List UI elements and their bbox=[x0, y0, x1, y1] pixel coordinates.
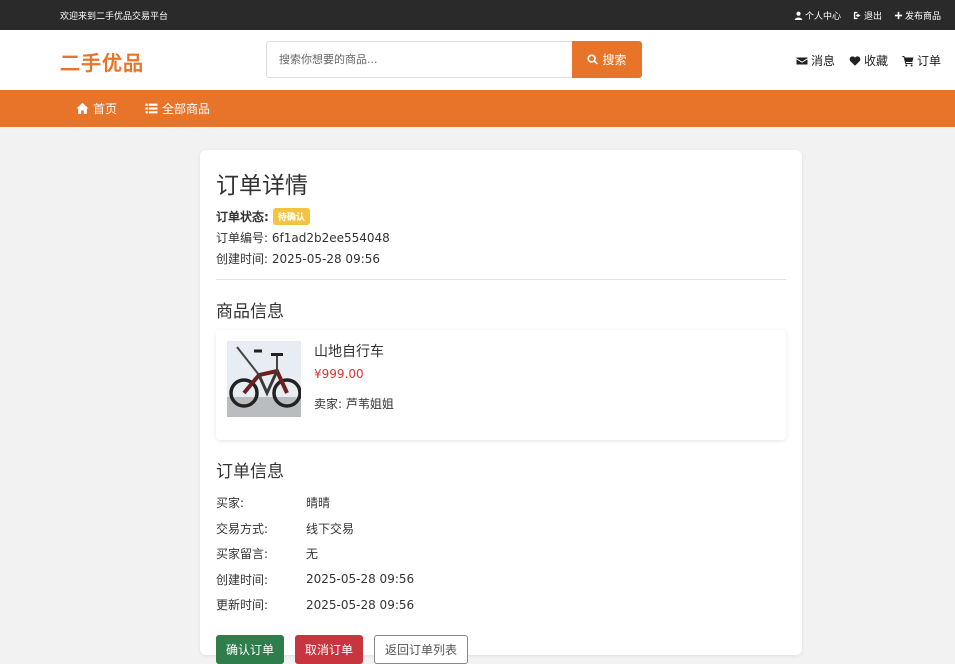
info-value: 2025-05-28 09:56 bbox=[306, 597, 415, 612]
info-key: 更新时间: bbox=[216, 598, 269, 613]
search-bar: 搜索你想要的商品... 搜索 bbox=[266, 41, 642, 78]
user-center-link[interactable]: 个人中心 bbox=[794, 9, 841, 22]
order-detail-card: 订单详情 订单状态: 待确认 订单编号: 6f1ad2b2ee554048 创建… bbox=[200, 150, 802, 664]
info-key: 买家: bbox=[216, 496, 245, 511]
site-logo[interactable]: 二手优品 bbox=[60, 47, 144, 76]
orders-link[interactable]: 订单 bbox=[902, 52, 941, 69]
confirm-order-button[interactable]: 确认订单 bbox=[216, 634, 285, 664]
product-price: ¥999.00 bbox=[314, 367, 364, 381]
search-input[interactable]: 搜索你想要的商品... bbox=[266, 41, 572, 78]
logout-link[interactable]: 退出 bbox=[853, 9, 882, 22]
info-value: 晴晴 bbox=[306, 496, 331, 511]
info-key: 创建时间: bbox=[216, 572, 269, 587]
order-actions: 确认订单 取消订单 返回订单列表 bbox=[216, 634, 786, 664]
welcome-text: 欢迎来到二手优品交易平台 bbox=[60, 11, 169, 22]
info-value: 2025-05-28 09:56 bbox=[306, 572, 415, 587]
seller-name: 芦苇姐姐 bbox=[345, 397, 394, 411]
product-section-title: 商品信息 bbox=[216, 302, 284, 322]
info-row-buyer: 买家: 晴晴 bbox=[216, 490, 786, 516]
envelope-icon bbox=[796, 57, 808, 64]
info-value: 线下交易 bbox=[306, 521, 355, 536]
order-status-label: 订单状态: bbox=[216, 210, 269, 224]
heart-icon bbox=[849, 55, 861, 66]
info-row-updated: 更新时间: 2025-05-28 09:56 bbox=[216, 592, 786, 618]
top-bar: 欢迎来到二手优品交易平台 个人中心 退出 发布商品 bbox=[0, 0, 955, 30]
main-nav: 首页 全部商品 bbox=[0, 90, 955, 127]
cancel-order-button[interactable]: 取消订单 bbox=[295, 634, 364, 664]
top-links: 个人中心 退出 发布商品 bbox=[794, 9, 941, 22]
user-center-label: 个人中心 bbox=[804, 11, 841, 22]
info-key: 交易方式: bbox=[216, 521, 269, 536]
header: 二手优品 搜索你想要的商品... 搜索 消息 收藏 订单 bbox=[0, 30, 955, 90]
nav-home[interactable]: 首页 bbox=[76, 100, 117, 117]
messages-link[interactable]: 消息 bbox=[796, 52, 835, 69]
seller-label: 卖家: bbox=[314, 397, 343, 411]
info-key: 买家留言: bbox=[216, 547, 269, 562]
orders-label: 订单 bbox=[916, 54, 941, 68]
favorites-label: 收藏 bbox=[863, 54, 888, 68]
favorites-link[interactable]: 收藏 bbox=[849, 52, 888, 69]
order-number-label: 订单编号: bbox=[216, 231, 269, 245]
logout-label: 退出 bbox=[863, 11, 882, 22]
list-icon bbox=[145, 103, 158, 114]
product-seller: 卖家: 芦苇姐姐 bbox=[314, 395, 394, 412]
cart-icon bbox=[902, 55, 914, 66]
info-row-buyer-message: 买家留言: 无 bbox=[216, 541, 786, 567]
product-card[interactable]: 山地自行车 ¥999.00 卖家: 芦苇姐姐 bbox=[216, 330, 786, 440]
info-row-trade-method: 交易方式: 线下交易 bbox=[216, 516, 786, 542]
page-title: 订单详情 bbox=[216, 173, 308, 199]
publish-link[interactable]: 发布商品 bbox=[894, 9, 941, 22]
home-icon bbox=[76, 102, 89, 114]
search-button[interactable]: 搜索 bbox=[572, 41, 642, 78]
search-button-label: 搜索 bbox=[602, 53, 627, 67]
order-status-line: 订单状态: 待确认 bbox=[216, 208, 786, 225]
user-icon bbox=[794, 11, 803, 20]
order-number-line: 订单编号: 6f1ad2b2ee554048 bbox=[216, 229, 786, 246]
bicycle-image bbox=[227, 341, 301, 417]
publish-label: 发布商品 bbox=[904, 11, 941, 22]
order-info-list: 买家: 晴晴 交易方式: 线下交易 买家留言: 无 创建时间: 2025-05-… bbox=[216, 490, 786, 618]
logout-icon bbox=[853, 11, 861, 19]
header-nav: 消息 收藏 订单 bbox=[796, 52, 941, 69]
plus-icon bbox=[894, 11, 903, 19]
info-value: 无 bbox=[306, 547, 319, 562]
product-name[interactable]: 山地自行车 bbox=[314, 341, 384, 361]
order-created-line: 创建时间: 2025-05-28 09:56 bbox=[216, 250, 786, 267]
order-created-value: 2025-05-28 09:56 bbox=[271, 252, 381, 266]
back-to-orders-button[interactable]: 返回订单列表 bbox=[374, 634, 469, 664]
nav-all-products-label: 全部商品 bbox=[162, 102, 211, 116]
order-number-value: 6f1ad2b2ee554048 bbox=[271, 231, 390, 245]
messages-label: 消息 bbox=[810, 54, 835, 68]
product-image[interactable] bbox=[227, 341, 301, 417]
info-row-created: 创建时间: 2025-05-28 09:56 bbox=[216, 567, 786, 593]
status-badge: 待确认 bbox=[272, 208, 310, 225]
order-info-section-title: 订单信息 bbox=[216, 462, 284, 482]
divider bbox=[216, 279, 786, 280]
nav-home-label: 首页 bbox=[93, 102, 118, 116]
search-icon bbox=[587, 54, 599, 65]
nav-all-products[interactable]: 全部商品 bbox=[145, 100, 210, 117]
order-created-label: 创建时间: bbox=[216, 252, 269, 266]
